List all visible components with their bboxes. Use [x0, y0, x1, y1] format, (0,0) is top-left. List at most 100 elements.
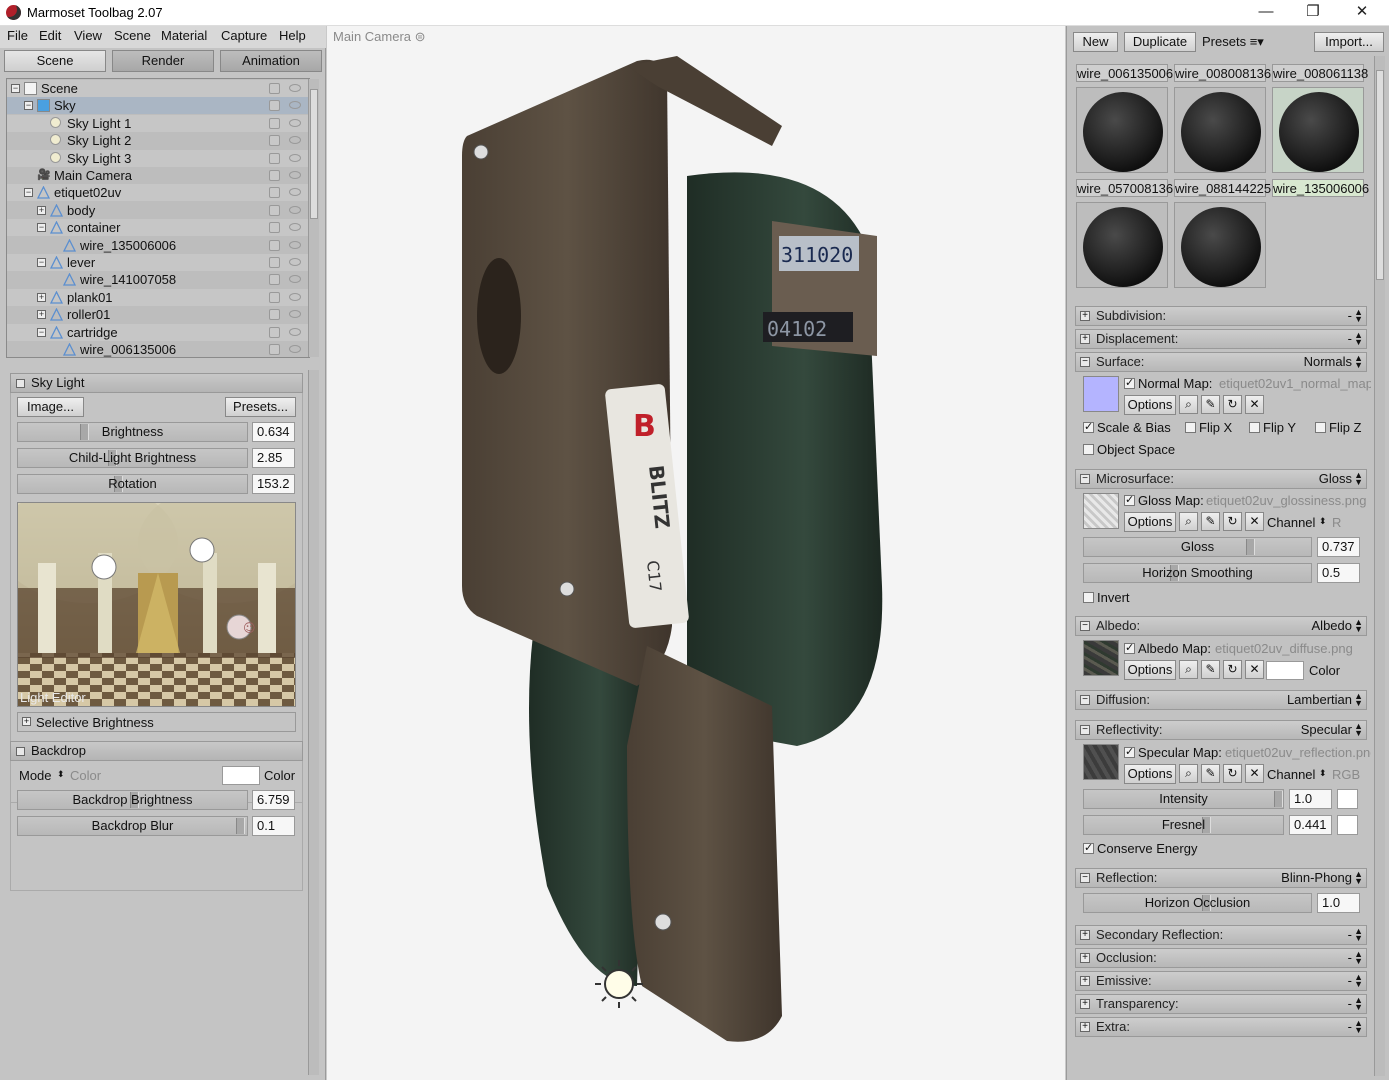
sky-light-header[interactable]: Sky Light [10, 373, 303, 393]
material-thumb-selected[interactable] [1272, 87, 1364, 173]
backdrop-color-swatch[interactable] [222, 766, 260, 785]
material-thumb[interactable] [1174, 87, 1266, 173]
search-icon[interactable]: ⌕ [1179, 512, 1198, 531]
reload-icon[interactable]: ↻ [1223, 512, 1242, 531]
expand-toggle-icon[interactable]: + [37, 310, 46, 320]
gloss-map-checkbox[interactable]: ✓ [1124, 495, 1135, 506]
tree-item[interactable]: wire_135006006 [7, 237, 309, 254]
spin-icon[interactable]: ⬍ [1319, 768, 1327, 779]
tree-item[interactable]: Sky Light 3 [7, 149, 309, 167]
expand-toggle-icon[interactable]: − [37, 258, 46, 267]
tree-item[interactable]: Sky Light 1 [7, 114, 309, 132]
slider-knob[interactable] [236, 818, 245, 834]
lock-icon[interactable] [269, 83, 280, 94]
lock-icon[interactable] [269, 274, 280, 286]
search-icon[interactable]: ⌕ [1179, 660, 1198, 679]
channel-value[interactable]: RGB [1332, 767, 1360, 782]
albedo-header[interactable]: − Albedo: Albedo ▲ ▼ [1075, 616, 1367, 636]
tree-item[interactable]: − lever [7, 254, 309, 271]
light-editor[interactable]: ☺ Light Editor [17, 502, 296, 707]
slider-knob[interactable] [1246, 539, 1255, 555]
surface-header[interactable]: − Surface: Normals ▲ ▼ [1075, 352, 1367, 372]
menu-file[interactable]: File [7, 28, 28, 43]
diffusion-header[interactable]: − Diffusion: Lambertian ▲ ▼ [1075, 690, 1367, 710]
rotation-slider[interactable]: Rotation [17, 474, 248, 494]
lock-icon[interactable] [269, 135, 280, 147]
close-button[interactable]: ✕ [1339, 0, 1385, 26]
expand-toggle-icon[interactable]: + [37, 292, 46, 302]
expand-toggle-icon[interactable]: − [37, 223, 46, 233]
subdivision-header[interactable]: + Subdivision: - ▲ ▼ [1075, 306, 1367, 326]
material-label[interactable]: wire_057008136 [1076, 179, 1173, 197]
flip-x-checkbox[interactable] [1185, 422, 1196, 433]
clear-icon[interactable]: ✕ [1245, 764, 1264, 783]
tab-render[interactable]: Render [112, 50, 214, 72]
tree-scrollbar[interactable] [308, 79, 319, 357]
tree-item[interactable]: − Scene [7, 80, 309, 97]
expand-toggle-icon[interactable]: − [11, 84, 20, 93]
spin-icon[interactable]: ⬍ [1319, 516, 1327, 527]
expand-toggle-icon[interactable]: − [24, 188, 33, 198]
visibility-icon[interactable] [289, 188, 301, 197]
brightness-slider[interactable]: Brightness [17, 422, 248, 442]
visibility-icon[interactable] [289, 205, 301, 214]
visibility-icon[interactable] [289, 275, 301, 284]
tree-item[interactable]: wire_006135006 [7, 341, 309, 357]
intensity-slider[interactable]: Intensity [1083, 789, 1284, 809]
import-button[interactable]: Import... [1314, 32, 1384, 52]
microsurface-header[interactable]: − Microsurface: Gloss ▲ ▼ [1075, 469, 1367, 489]
new-material-button[interactable]: New [1073, 32, 1118, 52]
expand-toggle-icon[interactable]: − [37, 327, 46, 337]
material-thumb[interactable] [1174, 202, 1266, 288]
visibility-icon[interactable] [289, 258, 301, 266]
specular-map-checkbox[interactable]: ✓ [1124, 747, 1135, 758]
minimize-button[interactable]: — [1243, 0, 1289, 26]
lock-icon[interactable] [269, 239, 280, 251]
child-brightness-field[interactable]: 2.85 [252, 448, 295, 468]
tree-item[interactable]: − Sky [7, 97, 309, 115]
invert-checkbox[interactable] [1083, 592, 1094, 603]
horizon-smoothing-slider[interactable]: Horizon Smoothing [1083, 563, 1312, 583]
lock-icon[interactable] [269, 344, 280, 355]
tree-item[interactable]: − container [7, 219, 309, 237]
material-thumb[interactable] [1076, 202, 1168, 288]
visibility-icon[interactable] [289, 84, 301, 92]
extra-header[interactable]: + Extra: - ▲ ▼ [1075, 1017, 1367, 1037]
backdrop-header[interactable]: Backdrop [10, 741, 303, 761]
lock-icon[interactable] [269, 222, 280, 234]
image-button[interactable]: Image... [17, 397, 84, 417]
albedo-color-swatch[interactable] [1266, 661, 1304, 680]
visibility-icon[interactable] [289, 292, 301, 301]
material-scroll-thumb[interactable] [1376, 70, 1384, 280]
tree-scroll-thumb[interactable] [310, 89, 318, 219]
lock-icon[interactable] [269, 309, 280, 321]
options-button[interactable]: Options [1124, 395, 1176, 415]
tab-animation[interactable]: Animation [220, 50, 322, 72]
material-label[interactable]: wire_088144225 [1174, 179, 1271, 197]
specular-map-thumb[interactable] [1083, 744, 1119, 780]
material-label[interactable]: wire_008008136 [1174, 64, 1271, 82]
lock-icon[interactable] [269, 257, 280, 268]
fresnel-field[interactable]: 0.441 [1289, 815, 1332, 835]
gloss-field[interactable]: 0.737 [1317, 537, 1360, 557]
visibility-icon[interactable] [289, 101, 301, 110]
props-scrollbar[interactable] [1374, 308, 1385, 1076]
tree-item[interactable]: Sky Light 2 [7, 132, 309, 149]
channel-value[interactable]: R [1332, 515, 1341, 530]
selective-brightness-row[interactable]: + Selective Brightness [17, 712, 296, 732]
menu-material[interactable]: Material [161, 28, 207, 43]
material-thumb[interactable] [1076, 87, 1168, 173]
normal-map-file[interactable]: etiquet02uv1_normal_map [1219, 376, 1371, 391]
backdrop-blur-field[interactable]: 0.1 [252, 816, 295, 836]
tree-item[interactable]: 🎥 Main Camera [7, 167, 309, 184]
tree-item[interactable]: − cartridge [7, 323, 309, 341]
child-brightness-slider[interactable]: Child-Light Brightness [17, 448, 248, 468]
slider-knob[interactable] [80, 424, 89, 440]
fresnel-slider[interactable]: Fresnel [1083, 815, 1284, 835]
visibility-icon[interactable] [289, 118, 301, 127]
edit-icon[interactable]: ✎ [1201, 395, 1220, 414]
reload-icon[interactable]: ↻ [1223, 660, 1242, 679]
albedo-map-thumb[interactable] [1083, 640, 1119, 676]
slider-knob[interactable] [1274, 791, 1283, 807]
options-button[interactable]: Options [1124, 660, 1176, 680]
